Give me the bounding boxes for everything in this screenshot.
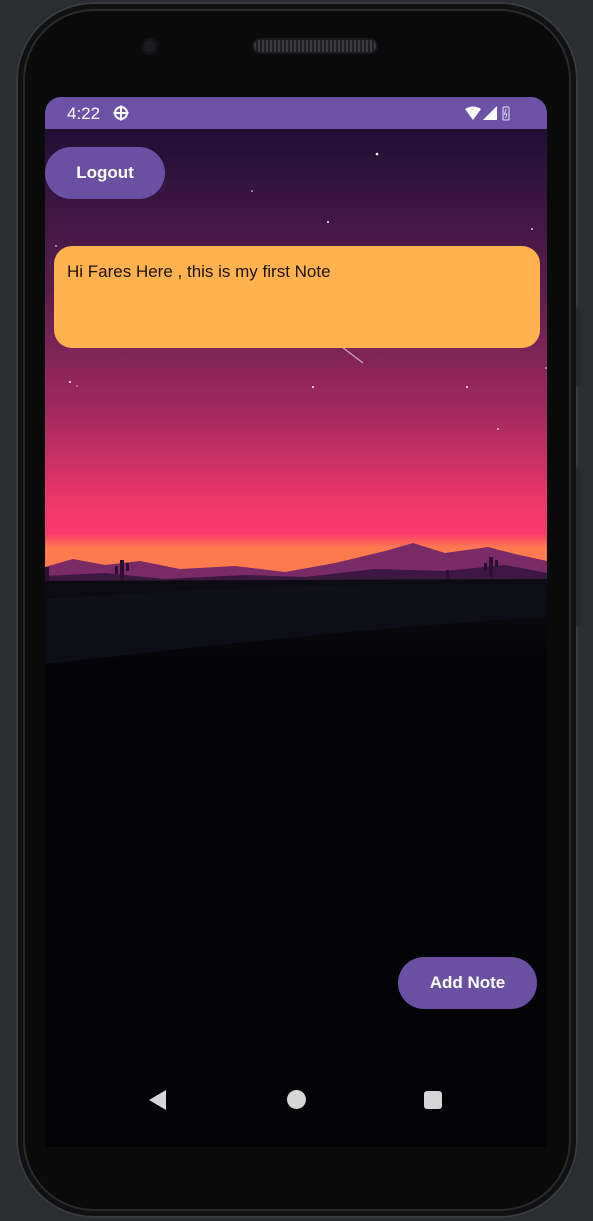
volume-button: [576, 467, 581, 627]
front-camera: [141, 38, 158, 55]
status-bar: 4:22: [45, 97, 547, 129]
earpiece-speaker: [254, 40, 376, 52]
wifi-icon: [465, 106, 481, 120]
navigation-bar: [45, 1072, 547, 1132]
status-indicators: [465, 106, 510, 121]
back-icon[interactable]: [149, 1090, 166, 1110]
signal-icon: [483, 106, 497, 120]
note-text: Hi Fares Here , this is my first Note: [67, 262, 331, 281]
logout-button[interactable]: Logout: [45, 147, 165, 199]
status-time: 4:22: [67, 104, 101, 123]
home-icon[interactable]: [287, 1090, 306, 1109]
recents-icon[interactable]: [424, 1091, 442, 1109]
add-note-button[interactable]: Add Note: [398, 957, 537, 1009]
night-sky-background: [45, 129, 547, 689]
note-card[interactable]: Hi Fares Here , this is my first Note: [54, 246, 540, 348]
app-screen: 4:22 Logout Hi Fares Here , this is my f…: [45, 97, 547, 1147]
power-button: [576, 307, 581, 387]
settings-gear-icon: [113, 105, 129, 121]
